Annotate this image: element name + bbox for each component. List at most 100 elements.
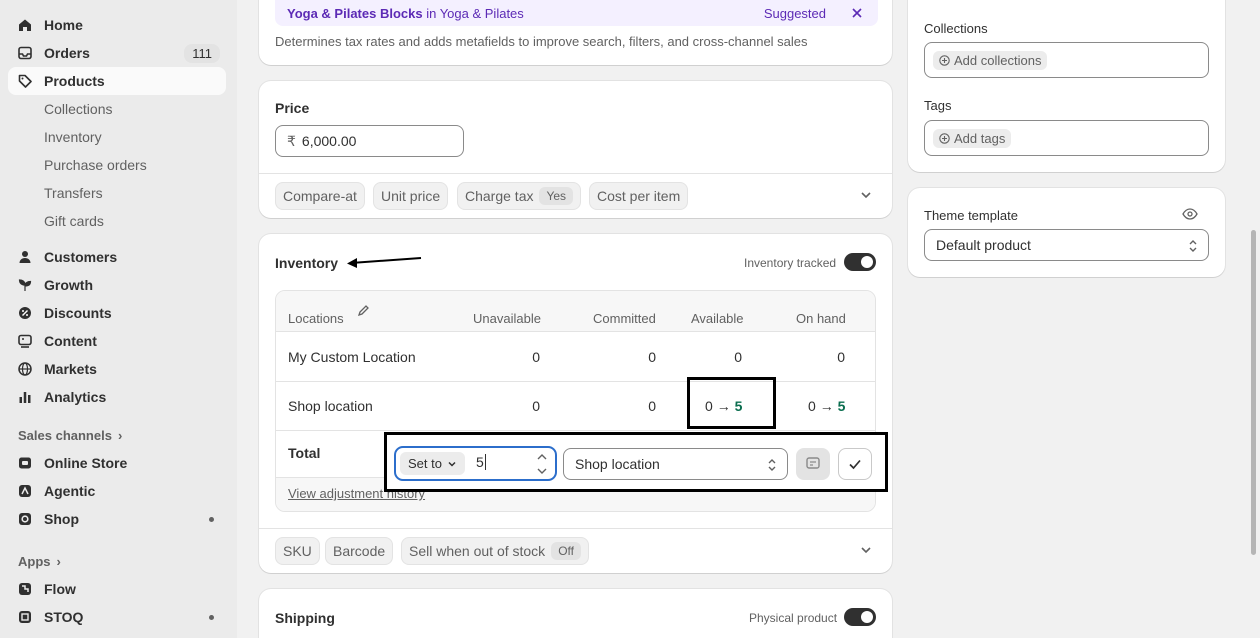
tags-label: Tags	[924, 98, 952, 113]
cost-per-item-label: Cost per item	[597, 188, 681, 204]
plus-circle-icon	[939, 54, 950, 66]
price-title: Price	[275, 100, 310, 116]
physical-product-toggle[interactable]	[844, 608, 876, 626]
sales-channels-label: Sales channels	[18, 428, 112, 443]
chevron-down-icon[interactable]	[860, 544, 872, 556]
total-label: Total	[288, 445, 321, 461]
row-committed: 0	[648, 349, 656, 365]
inventory-tracked-toggle[interactable]	[844, 253, 876, 271]
nav-transfers[interactable]: Transfers	[8, 179, 226, 207]
theme-template-select[interactable]: Default product	[924, 229, 1209, 261]
theme-template-label: Theme template	[924, 208, 1018, 223]
nav-gift-cards-label: Gift cards	[44, 213, 104, 229]
confirm-button[interactable]	[838, 448, 872, 480]
nav-content-label: Content	[44, 333, 97, 349]
nav-products[interactable]: Products	[8, 67, 226, 95]
category-suggestion[interactable]: Yoga & Pilates Blocks in Yoga & Pilates …	[275, 0, 878, 26]
chevron-down-icon[interactable]	[860, 189, 872, 201]
sell-out-of-stock-pill[interactable]: Sell when out of stock Off	[401, 537, 589, 565]
quantity-input[interactable]: 5	[476, 454, 486, 470]
row-committed: 0	[648, 398, 656, 414]
compare-at-pill[interactable]: Compare-at	[275, 182, 365, 210]
barcode-pill[interactable]: Barcode	[325, 537, 394, 565]
shipping-title: Shipping	[275, 610, 335, 626]
sales-channels-heading[interactable]: Sales channels ›	[18, 428, 122, 443]
set-to-label: Set to	[408, 456, 442, 471]
currency-symbol: ₹	[287, 132, 296, 149]
nav-customers[interactable]: Customers	[8, 243, 226, 271]
checkmark-icon	[849, 459, 861, 470]
add-collections-label: Add collections	[954, 52, 1042, 68]
highlight-box	[687, 377, 776, 429]
home-icon	[19, 19, 31, 31]
on-hand-to: 5	[837, 398, 846, 414]
add-tags-chip[interactable]: Add tags	[933, 128, 1012, 148]
physical-product-label: Physical product	[749, 611, 838, 625]
nav-transfers-label: Transfers	[44, 185, 103, 201]
nav-shop[interactable]: Shop	[8, 505, 226, 533]
on-hand-from: 0	[808, 398, 816, 414]
inbox-icon	[18, 46, 32, 60]
header-available: Available	[691, 311, 744, 326]
row-on-hand-change[interactable]: 0 → 5	[808, 398, 845, 414]
nav-analytics[interactable]: Analytics	[8, 383, 226, 411]
row-on-hand[interactable]: 0	[805, 349, 845, 365]
nav-agentic[interactable]: Agentic	[8, 477, 226, 505]
charge-tax-pill[interactable]: Charge tax Yes	[457, 182, 582, 210]
stepper-icon[interactable]	[536, 451, 548, 477]
quantity-adjust-field[interactable]: Set to 5	[394, 446, 557, 481]
category-suggestion-text: Yoga & Pilates Blocks in Yoga & Pilates	[287, 6, 524, 21]
nav-purchase-orders[interactable]: Purchase orders	[8, 151, 226, 179]
discount-icon	[19, 307, 31, 319]
orders-count-badge: 111	[184, 43, 220, 63]
shipping-card: Shipping Physical product	[259, 589, 892, 638]
header-locations: Locations	[288, 311, 344, 326]
edit-pencil-icon[interactable]	[357, 304, 370, 317]
location-select[interactable]: Shop location	[563, 448, 788, 480]
stoq-icon	[19, 611, 31, 623]
barcode-label: Barcode	[333, 543, 386, 559]
nav-gift-cards[interactable]: Gift cards	[8, 207, 226, 235]
add-collections-chip[interactable]: Add collections	[933, 50, 1048, 70]
row-unavailable: 0	[532, 349, 540, 365]
nav-flow[interactable]: Flow	[8, 575, 226, 603]
apps-heading[interactable]: Apps ›	[18, 554, 61, 569]
page-scrollbar[interactable]	[1251, 230, 1256, 555]
eye-icon[interactable]	[1182, 208, 1198, 220]
category-help-text: Determines tax rates and adds metafields…	[275, 34, 808, 49]
nav-markets[interactable]: Markets	[8, 355, 226, 383]
row-available[interactable]: 0	[702, 349, 742, 365]
nav-discounts[interactable]: Discounts	[8, 299, 226, 327]
shop-status-dot	[209, 516, 214, 522]
price-input[interactable]: ₹ 6,000.00	[275, 125, 464, 157]
cost-per-item-pill[interactable]: Cost per item	[589, 182, 689, 210]
nav-home[interactable]: Home	[8, 11, 226, 39]
nav-online-store[interactable]: Online Store	[8, 449, 226, 477]
sku-pill[interactable]: SKU	[275, 537, 320, 565]
sell-out-of-stock-label: Sell when out of stock	[409, 543, 546, 559]
nav-online-store-label: Online Store	[44, 455, 128, 471]
nav-stoq[interactable]: STOQ	[8, 603, 226, 631]
category-card: Yoga & Pilates Blocks in Yoga & Pilates …	[259, 0, 892, 65]
divider	[259, 173, 892, 174]
nav-content[interactable]: Content	[8, 327, 226, 355]
add-tags-label: Add tags	[954, 130, 1006, 146]
close-icon[interactable]	[852, 8, 862, 18]
shop-icon	[19, 513, 31, 525]
tags-input[interactable]: Add tags	[924, 120, 1209, 156]
collections-label: Collections	[924, 21, 988, 36]
inventory-title: Inventory	[275, 255, 339, 271]
note-icon	[806, 457, 820, 469]
add-note-button[interactable]	[796, 448, 830, 480]
nav-collections[interactable]: Collections	[8, 95, 226, 123]
select-arrows-icon	[768, 459, 776, 471]
row-location-name: Shop location	[288, 398, 373, 414]
nav-orders[interactable]: Orders 111	[8, 39, 226, 67]
set-to-select[interactable]: Set to	[400, 452, 465, 475]
nav-inventory[interactable]: Inventory	[8, 123, 226, 151]
unit-price-pill[interactable]: Unit price	[373, 182, 449, 210]
nav-growth[interactable]: Growth	[8, 271, 226, 299]
content-icon	[18, 334, 32, 348]
collections-input[interactable]: Add collections	[924, 42, 1209, 78]
unit-price-label: Unit price	[381, 188, 441, 204]
